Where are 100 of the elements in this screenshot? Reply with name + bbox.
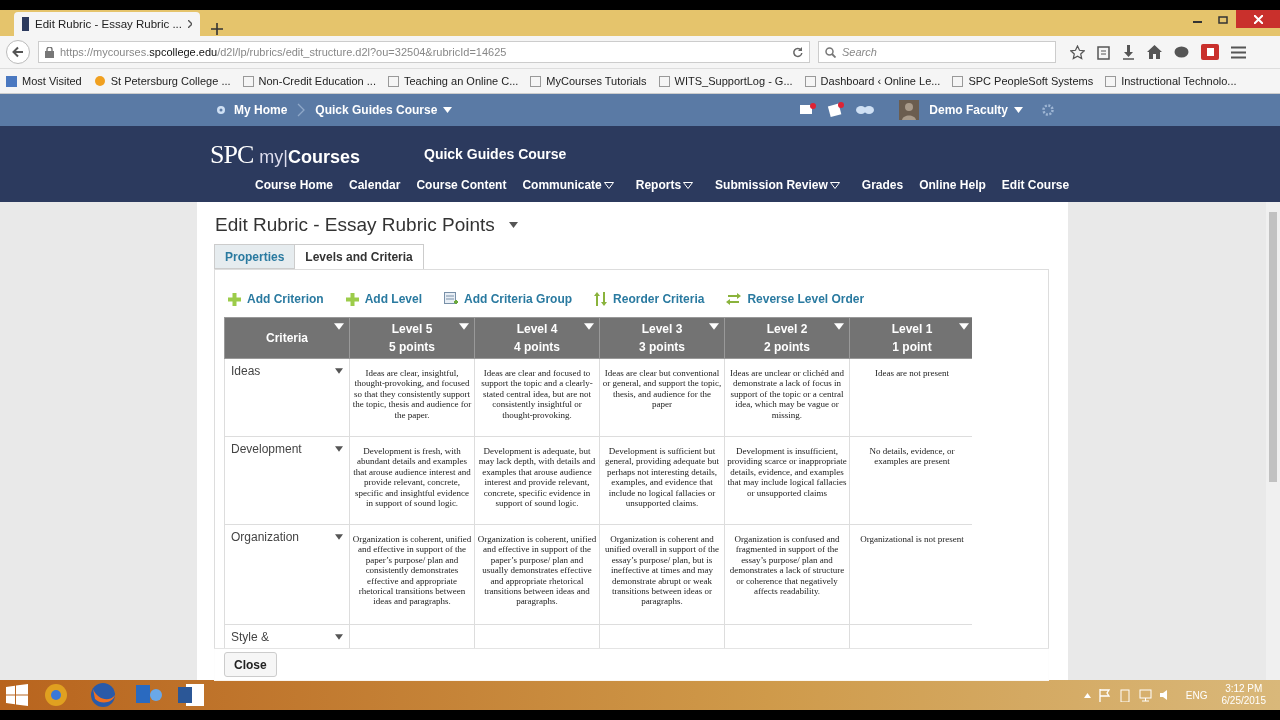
level-description: Development is sufficient but general, providing adequate but perhaps not interesting details, examples, and evidence that include no logical fallacies or unsupported claims. [604,445,720,511]
page-icon [1105,75,1117,87]
context-menu-caret-icon [508,222,518,228]
menu-icon[interactable] [1231,45,1246,59]
bookmark-link[interactable]: Teaching an Online C... [403,75,519,87]
bookmark-link[interactable]: Dashboard ‹ Online Le... [820,75,941,87]
bookmark-link[interactable]: SPC PeopleSoft Systems [968,75,1094,87]
toolbar-extension-icon[interactable] [1201,44,1219,60]
row-menu-icon [335,368,343,374]
bookmark-link[interactable]: St Petersburg College ... [110,75,231,87]
nav-link[interactable]: Edit Course [1001,178,1070,192]
action-link[interactable]: Reverse Level Order [747,292,865,306]
column-menu-icon [709,323,719,330]
page-icon [530,75,542,87]
reload-icon[interactable] [792,46,803,58]
action-link[interactable]: Add Criterion [247,292,324,306]
star-icon[interactable] [1070,44,1085,60]
new-tab-icon[interactable] [210,22,224,36]
avatar-icon [899,100,920,120]
restore-icon[interactable] [1218,14,1228,24]
bookmark-link[interactable]: WITS_SupportLog - G... [674,75,793,87]
document-app-icon[interactable] [176,683,206,707]
action-link[interactable]: Add Level [364,292,423,306]
swap-arrows-icon [726,293,742,305]
user-menu[interactable]: Demo Faculty [929,103,1023,117]
nav-link[interactable]: Grades [861,178,904,192]
page-icon [952,75,964,87]
page-icon [804,75,816,87]
criterion-name: Style & [231,630,269,644]
bookmark-link[interactable]: Instructional Technolo... [1121,75,1237,87]
site-logo[interactable]: SPC my|Courses [210,140,360,170]
course-selector[interactable]: Quick Guides Course [315,103,453,117]
column-menu-icon [959,323,969,330]
plus-icon [228,292,241,306]
level-description: Ideas are clear but conventional or general, and support the topic, thesis, and audience for the paper [601,367,723,412]
caret-icon [443,107,453,113]
message-alert-icon[interactable] [799,103,818,117]
back-button[interactable] [6,40,30,64]
level-description: Organization is coherent and unified overall in support of the essay’s purpose/ plan, but is ineffective at times and may demonstrate abrupt or weak transitions between ideas or paragraphs. [603,533,721,609]
column-menu-icon [334,323,344,330]
my-home-link[interactable]: My Home [234,103,288,117]
tab[interactable]: Levels and Criteria [294,244,424,270]
level-description: Organization is coherent, unified and effective in support of the paper’s purpose/ plan and consistently demonstrates effective and appropriate rhetorical transitions between ideas and paragraphs. [351,533,473,609]
nav-link[interactable]: Reports [635,178,682,192]
address-field[interactable]: https://mycourses.spcollege.edu/d2l/lp/rubrics/edit_structure.d2l?ou=32504&rubricId=14625 [38,41,810,63]
dropdown-icon[interactable] [683,181,694,189]
column-menu-icon [834,323,844,330]
action-link[interactable]: Reorder Criteria [613,292,705,306]
page-icon [658,75,670,87]
level-description: Organization is coherent, unified and effective in support of the paper’s purpose/ plan and usually demonstrates effective and appropriate rhetorical transitions between ideas and paragraphs. [476,533,598,609]
level-description: No details, evidence, or examples are present [868,445,956,469]
home-icon[interactable] [1147,45,1162,59]
bookmark-link[interactable]: Most Visited [22,75,82,87]
chevron-icon [297,103,306,117]
bookmark-link[interactable]: Non-Credit Education ... [258,75,376,87]
column-menu-icon [584,323,594,330]
search-icon [825,46,836,58]
update-alert-icon[interactable] [827,102,846,118]
level-description: Ideas are unclear or clichéd and demonstrate a lack of focus in support of the topic or a central idea, which may be vague or missing. [728,367,846,422]
back-arrow-icon[interactable] [12,46,24,58]
row-menu-icon [335,534,343,540]
row-menu-icon [335,634,343,640]
column-header: Level 5 5 points [349,317,475,359]
clipboard-icon[interactable] [1097,44,1110,60]
level-description: Ideas are clear, insightful, thought-provoking, and focused so that they consistently support the topic, thesis and audience for the paper. [351,367,473,422]
page-icon [242,75,254,87]
level-description: Organization is confused and fragmented in support of the essay’s purpose/ plan and demonstrates a lack of structure or coherence that negatively affects readability. [728,533,846,599]
window-close-button[interactable] [1236,10,1280,28]
nav-link[interactable]: Calendar [349,178,401,192]
scrollbar-thumb[interactable] [1269,212,1277,482]
nav-link[interactable]: Course Home [255,178,334,192]
level-description: Organizational is not present [859,533,965,546]
tab[interactable]: Properties [214,244,296,269]
criterion-name: Organization [231,530,300,544]
column-menu-icon [459,323,469,330]
nav-link[interactable]: Course Content [416,178,507,192]
criterion-name: Development [231,442,302,456]
close-button[interactable]: Close [224,652,277,677]
search-field[interactable]: Search [818,41,1056,63]
level-description: Ideas are clear and focused to support the topic and a clearly-stated central idea, but are not consistently insightful or thought-provoking. [480,367,594,422]
dropdown-icon[interactable] [603,181,614,189]
column-header: Level 4 4 points [474,317,600,359]
download-icon[interactable] [1122,44,1135,60]
course-title: Quick Guides Course [424,146,567,162]
nav-link[interactable]: Online Help [919,178,986,192]
star-burst-icon [93,75,106,87]
column-header: Level 2 2 points [724,317,850,359]
caret-icon [1014,107,1023,113]
action-link[interactable]: Add Criteria Group [464,292,573,306]
nav-link[interactable]: Communicate [522,178,602,192]
row-menu-icon [335,446,343,452]
windows-start-icon[interactable] [6,684,28,706]
level-description: Development is insufficient, providing scarce or inappropriate details, evidence, and examples that may include logical fallacies or unsupported claims [726,445,848,500]
site-icon [22,17,29,31]
column-header: Level 3 3 points [599,317,725,359]
dropdown-icon[interactable] [829,181,840,189]
level-description: Development is fresh, with abundant details and examples that arouse audience interest and provide relevant, concrete, specific and insightful evidence in support of sound logic. [352,445,472,511]
nav-link[interactable]: Submission Review [715,178,828,192]
bookmark-link[interactable]: MyCourses Tutorials [546,75,647,87]
column-header: Level 1 1 point [849,317,972,359]
